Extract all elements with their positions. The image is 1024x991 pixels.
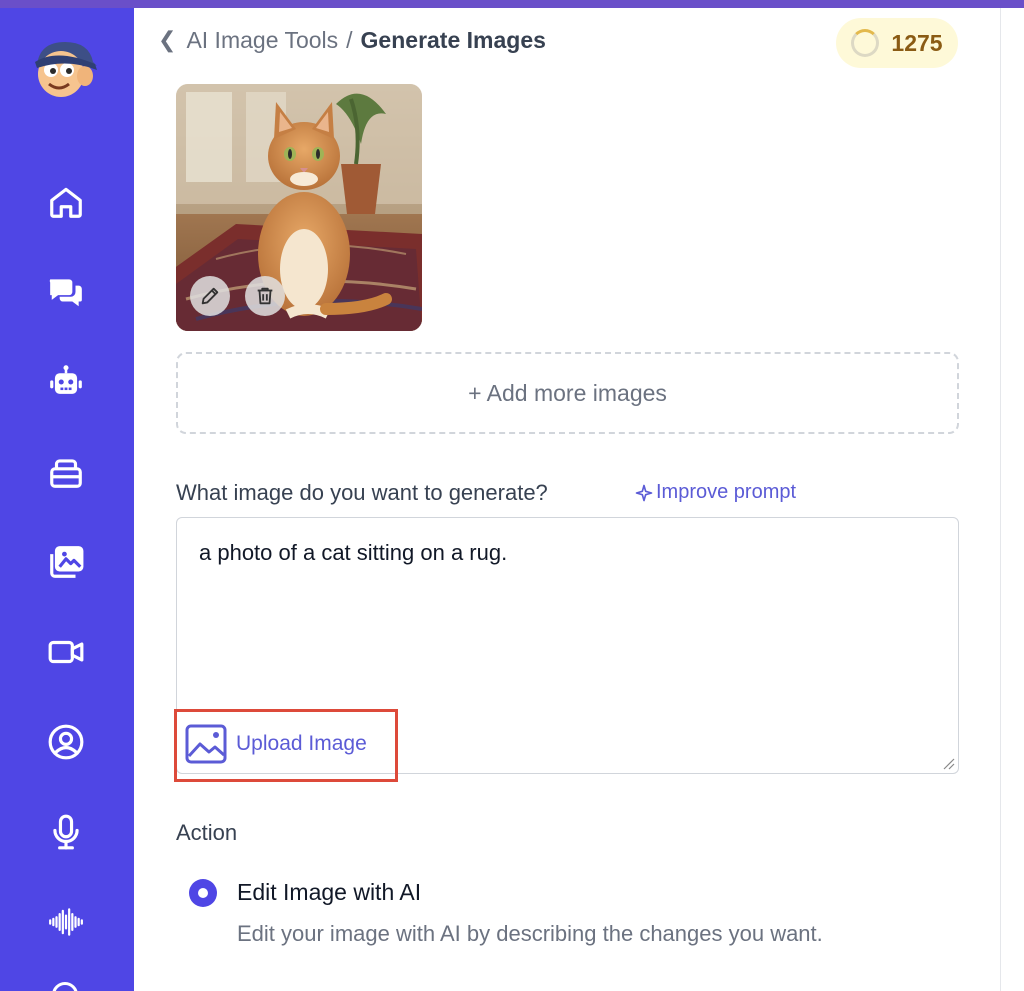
sidebar-item-images[interactable] xyxy=(40,536,92,588)
uploaded-image-thumbnail xyxy=(176,84,422,331)
credits-progress-icon xyxy=(851,29,880,57)
video-camera-icon xyxy=(48,640,84,664)
breadcrumb-separator: / xyxy=(346,26,353,53)
resize-handle-icon[interactable] xyxy=(941,756,955,770)
edit-image-option-description: Edit your image with AI by describing th… xyxy=(237,921,823,946)
sidebar-item-video[interactable] xyxy=(40,626,92,678)
sidebar-item-audio[interactable] xyxy=(40,896,92,948)
back-chevron-icon[interactable]: ❮ xyxy=(158,27,176,53)
prompt-text[interactable]: a photo of a cat sitting on a rug. xyxy=(199,540,507,566)
delete-image-button[interactable] xyxy=(245,276,285,316)
sparkle-icon xyxy=(635,484,653,501)
improve-prompt-button[interactable]: Improve prompt xyxy=(634,481,796,504)
edit-image-option-title[interactable]: Edit Image with AI xyxy=(237,879,421,906)
sidebar-item-chat[interactable] xyxy=(40,266,92,318)
sidebar-item-more[interactable] xyxy=(52,982,78,991)
top-strip xyxy=(0,0,1024,8)
stack-icon xyxy=(50,459,82,488)
sidebar-item-library[interactable] xyxy=(40,446,92,498)
panel-divider xyxy=(1000,8,1001,991)
upload-image-button[interactable]: Upload Image xyxy=(184,722,367,766)
breadcrumb-parent-link[interactable]: AI Image Tools xyxy=(186,27,338,54)
action-section-title: Action xyxy=(176,820,238,845)
pencil-icon xyxy=(201,287,219,305)
sidebar-item-home[interactable] xyxy=(40,176,92,228)
sidebar-item-voice[interactable] xyxy=(40,806,92,858)
image-upload-icon xyxy=(185,724,227,764)
chat-bubbles-icon xyxy=(49,279,82,307)
breadcrumb-current: Generate Images xyxy=(360,26,546,53)
sidebar-item-bots[interactable] xyxy=(40,356,92,408)
credits-badge[interactable]: 1275 xyxy=(836,18,958,68)
credits-value: 1275 xyxy=(891,29,943,56)
microphone-icon xyxy=(53,814,79,850)
sidebar xyxy=(0,8,134,991)
trash-icon xyxy=(257,287,273,305)
edit-image-button[interactable] xyxy=(190,276,230,316)
edit-image-radio[interactable] xyxy=(189,879,217,907)
user-circle-icon xyxy=(48,724,84,760)
mascot-avatar-icon[interactable] xyxy=(27,36,103,102)
upload-image-label: Upload Image xyxy=(236,732,367,755)
radio-selected-dot xyxy=(198,888,208,898)
add-more-images-button[interactable]: + Add more images xyxy=(176,352,959,434)
gallery-icon xyxy=(50,546,84,578)
sidebar-item-avatar[interactable] xyxy=(40,716,92,768)
prompt-label: What image do you want to generate? xyxy=(176,480,548,505)
waveform-icon xyxy=(49,908,83,936)
improve-prompt-label: Improve prompt xyxy=(656,481,797,503)
home-icon xyxy=(50,187,82,218)
robot-icon xyxy=(50,365,82,394)
breadcrumb: ❮ AI Image Tools / Generate Images xyxy=(158,26,546,54)
